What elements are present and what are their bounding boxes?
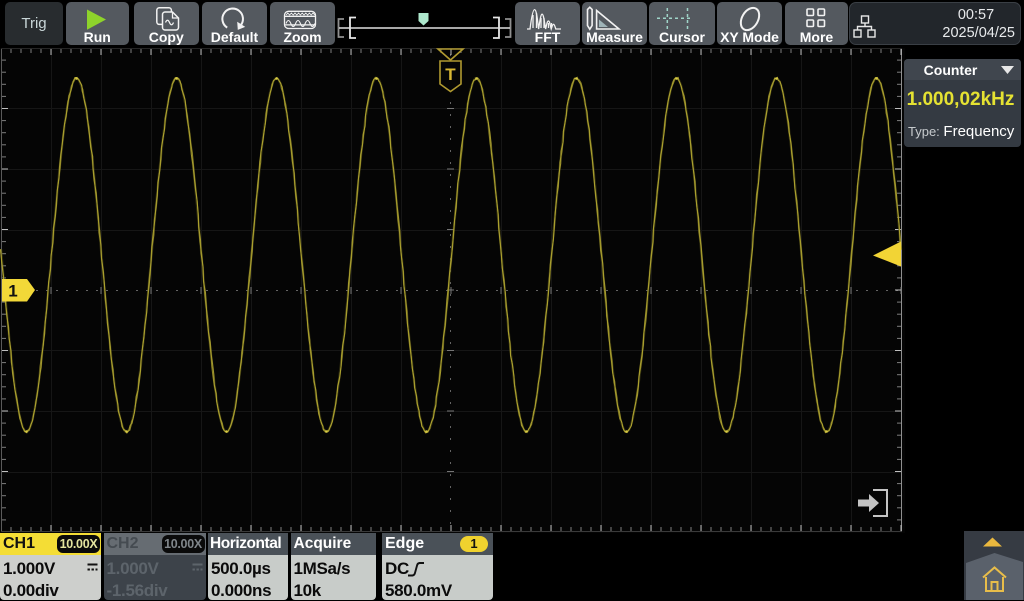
svg-text:T: T bbox=[445, 65, 456, 84]
svg-text:1: 1 bbox=[8, 282, 17, 301]
